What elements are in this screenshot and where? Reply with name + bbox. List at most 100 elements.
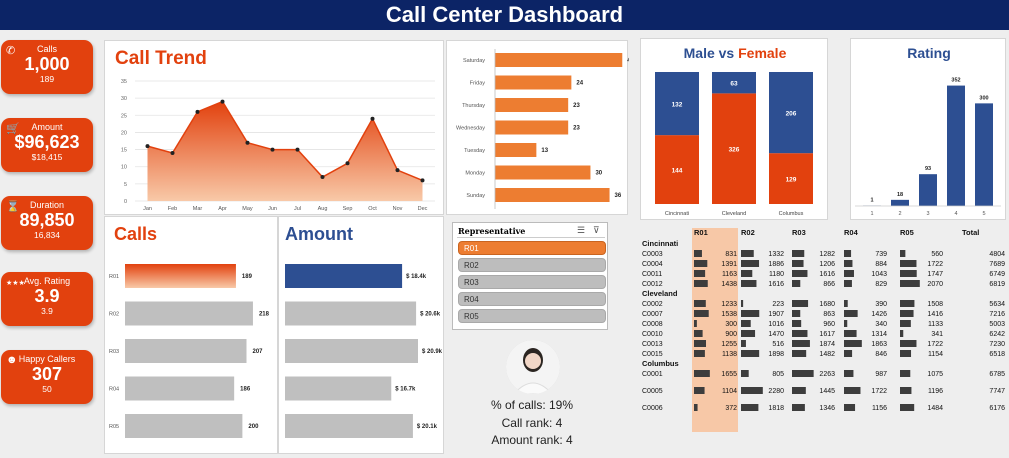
matrix-databar: [792, 350, 807, 357]
matrix-cell: 1154: [928, 351, 943, 358]
matrix-databar: [694, 280, 708, 287]
matrix-row-id: C0004: [642, 261, 663, 268]
matrix-databar: [694, 320, 697, 327]
matrix-row-id: C0013: [642, 341, 663, 348]
matrix-databar: [900, 280, 920, 287]
kpi-card-avg-rating: ★★★ Avg. Rating 3.9 3.9: [1, 272, 93, 326]
trend-area: [147, 101, 423, 201]
calls-rep-label: R05: [109, 424, 119, 430]
matrix-databar: [694, 330, 703, 337]
matrix-row-id: C0008: [642, 321, 663, 328]
matrix-cell: 1416: [927, 311, 943, 318]
city-label: Columbus: [779, 211, 804, 217]
kpi-subvalue: 16,834: [34, 230, 60, 240]
matrix-cell: 1482: [819, 351, 835, 358]
matrix-cell: 1508: [927, 301, 943, 308]
rating-bar: [919, 174, 937, 206]
calls-value: 207: [253, 349, 264, 355]
trend-point: [295, 147, 300, 152]
hourglass-icon: ⌛: [6, 201, 20, 213]
matrix-cell: 829: [875, 281, 887, 288]
trend-xtick: Nov: [393, 206, 403, 212]
rating-chart: 1 1 18 2 93 3 352 4 300 5: [855, 78, 1001, 217]
kpi-value: 1,000: [24, 54, 70, 74]
calls-bar: [125, 264, 236, 288]
trend-ytick: 0: [124, 199, 127, 205]
matrix-cell: 1391: [721, 261, 737, 268]
rating-bar: [891, 199, 909, 206]
rating-category: 2: [898, 211, 901, 217]
weekday-value: 40: [627, 58, 629, 64]
matrix-databar: [741, 310, 760, 317]
call-trend-panel: Call Trend 0 5 10 15 20 25 30 35 Jan Feb Mar Apr May…: [104, 40, 444, 215]
matrix-databar: [694, 340, 707, 347]
slicer-item-r03[interactable]: R03: [458, 275, 606, 289]
calls-value: 186: [240, 387, 251, 393]
matrix-group-label: Columbus: [642, 359, 679, 368]
slicer-item-r02[interactable]: R02: [458, 258, 606, 272]
calls-bar: [125, 339, 247, 363]
matrix-databar: [694, 370, 710, 377]
matrix-cell: 960: [823, 321, 835, 328]
matrix-cell: 1747: [927, 271, 943, 278]
gender-chart: 144 132 Cincinnati 326 63 Cleveland 129 206 Colu…: [655, 72, 813, 217]
weekday-value: 36: [615, 193, 622, 199]
matrix-databar: [900, 350, 912, 357]
trend-ytick: 15: [121, 148, 127, 154]
rating-category: 5: [982, 211, 985, 217]
trend-ytick: 25: [121, 113, 127, 119]
matrix-col-header: R04: [844, 228, 859, 237]
call-trend-chart: 0 5 10 15 20 25 30 35 Jan Feb Mar Apr May Jun Jul Aug Se…: [121, 79, 435, 212]
slicer-item-r05[interactable]: R05: [458, 309, 606, 323]
matrix-cell: 1138: [722, 351, 737, 358]
trend-ytick: 5: [124, 182, 127, 188]
weekday-value: 30: [595, 171, 602, 177]
matrix-cell: 516: [772, 341, 784, 348]
multi-select-icon[interactable]: ☰: [577, 225, 585, 236]
matrix-cell: 863: [823, 311, 835, 318]
weekday-bar: [495, 53, 623, 67]
amount-value: $ 20.9k: [422, 349, 443, 355]
amount-value: $ 18.4k: [406, 274, 427, 280]
weekday-bar: [495, 143, 537, 157]
matrix-cell: 341: [931, 331, 943, 338]
matrix-cell: 1233: [721, 301, 737, 308]
calls-bar: [125, 414, 243, 438]
slicer-item-r04[interactable]: R04: [458, 292, 606, 306]
weekday-value: 24: [576, 81, 583, 87]
matrix-total: 7747: [989, 388, 1005, 395]
matrix-databar: [792, 387, 806, 394]
trend-point: [195, 109, 200, 114]
matrix-cell: 1863: [871, 341, 887, 348]
matrix-cell: 1332: [768, 251, 784, 258]
matrix-databar: [844, 370, 854, 377]
matrix-databar: [694, 404, 698, 411]
matrix-row-id: C0003: [642, 251, 663, 258]
trend-point: [245, 140, 250, 145]
matrix-databar: [900, 320, 911, 327]
matrix-row-id: C0001: [642, 371, 663, 378]
matrix-databar: [844, 404, 856, 411]
rating-category: 1: [870, 211, 873, 217]
smile-icon: ☻: [6, 354, 18, 366]
weekday-value: 13: [541, 148, 548, 154]
slicer-divider: [457, 237, 605, 238]
matrix-databar: [844, 387, 861, 394]
trend-xtick: Sep: [343, 206, 353, 212]
matrix-cell: 390: [875, 301, 887, 308]
slicer-item-r01[interactable]: R01: [458, 241, 606, 255]
matrix-row-id: C0007: [642, 311, 663, 318]
matrix-databar: [741, 320, 751, 327]
matrix-databar: [694, 250, 702, 257]
clear-filter-icon[interactable]: ⊽: [593, 225, 600, 236]
weekday-bar: [495, 188, 610, 202]
kpi-card-duration: ⌛ Duration 89,850 16,834: [1, 196, 93, 250]
matrix-total: 6518: [989, 351, 1005, 358]
trend-ytick: 20: [121, 130, 127, 136]
amount-panel: Amount $ 18.4k $ 20.6k $ 20.9k $ 16.7k $ 20.…: [278, 216, 444, 454]
matrix-row-id: C0012: [642, 281, 663, 288]
kpi-card-calls: ✆ Calls 1,000 189: [1, 40, 93, 94]
matrix-cell: 846: [875, 351, 887, 358]
female-value: 144: [672, 168, 683, 175]
amount-bar: [285, 264, 403, 288]
